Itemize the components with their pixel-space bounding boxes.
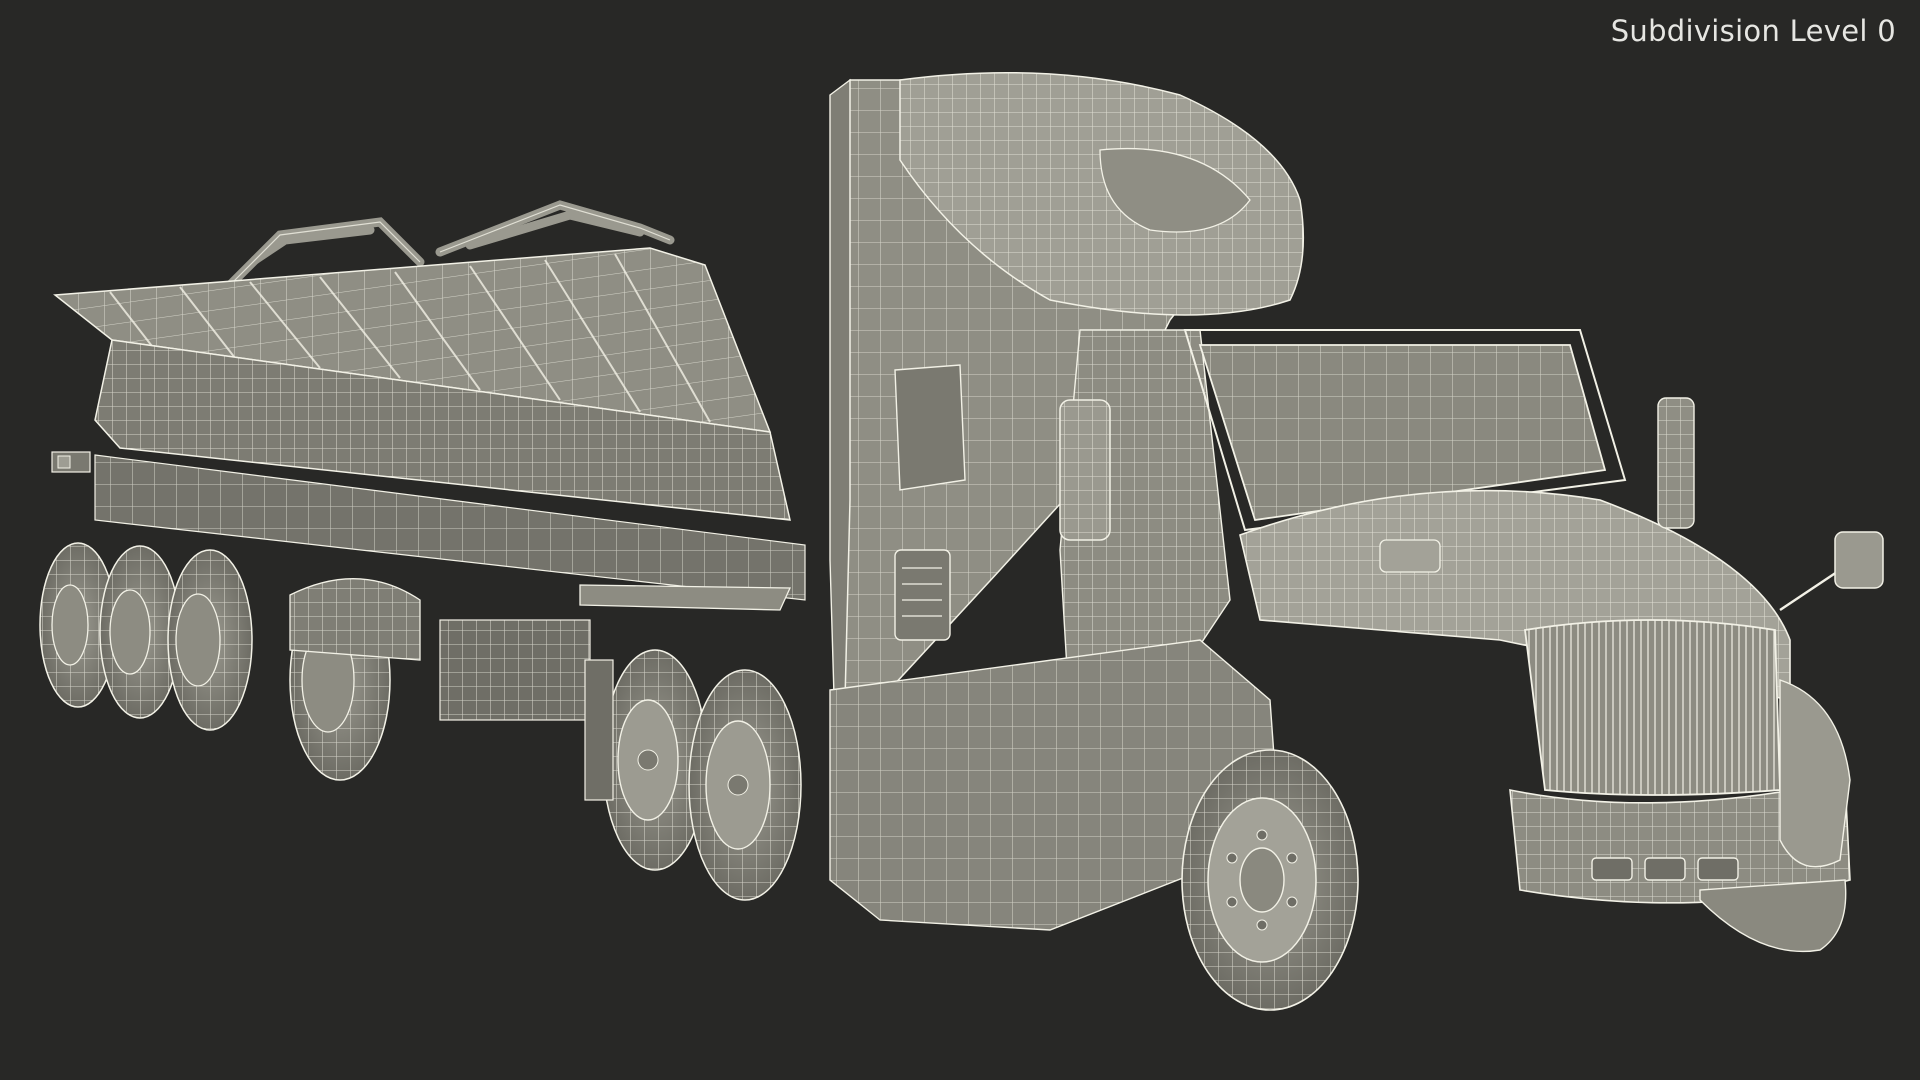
trailer [51,200,806,611]
trailer-wheels [39,542,591,781]
truck-tractor [829,71,1884,931]
3d-viewport[interactable]: Subdivision Level 0 [0,0,1920,1080]
truck-wireframe-model [39,71,1884,1011]
subdivision-level-label: Subdivision Level 0 [1610,14,1896,48]
